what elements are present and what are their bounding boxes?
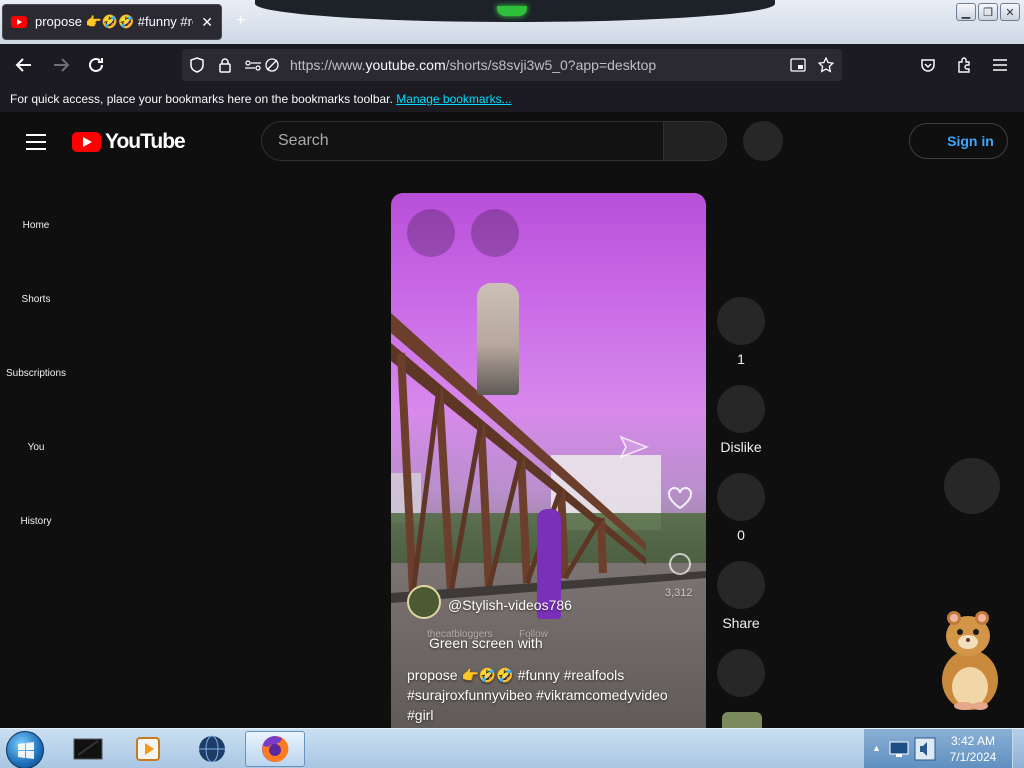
show-desktop-button[interactable] xyxy=(1012,729,1024,768)
youtube-logo[interactable]: YouTube xyxy=(72,130,186,154)
heart-icon xyxy=(668,487,692,510)
app-menu-icon[interactable] xyxy=(987,52,1013,78)
tray-expand-icon[interactable]: ▲ xyxy=(872,743,881,753)
media-player-icon xyxy=(136,737,160,761)
tab-close-icon[interactable]: ✕ xyxy=(201,14,213,31)
picture-in-picture-icon[interactable] xyxy=(788,55,808,75)
more-actions-button[interactable] xyxy=(717,649,765,697)
guide-menu-icon[interactable] xyxy=(26,134,46,150)
search-placeholder: Search xyxy=(278,132,329,149)
sidebar-item-subscriptions[interactable]: Subscriptions xyxy=(0,368,72,379)
volume-icon[interactable] xyxy=(914,737,936,761)
sidebar-item-label: History xyxy=(20,516,52,527)
next-short-button[interactable] xyxy=(944,458,1000,514)
bridge-railing-illustration xyxy=(391,313,706,603)
dislike-label: Dislike xyxy=(720,439,762,455)
taskbar-app-globe[interactable] xyxy=(184,731,240,767)
maximize-button[interactable]: ❐ xyxy=(978,3,998,21)
sign-in-label: Sign in xyxy=(947,133,994,149)
network-monitor-icon[interactable] xyxy=(888,739,910,759)
new-tab-button[interactable]: + xyxy=(236,12,245,30)
tracking-shield-icon[interactable] xyxy=(187,55,207,75)
channel-handle[interactable]: @Stylish-videos786 xyxy=(448,597,572,613)
youtube-wordmark: YouTube xyxy=(105,130,186,153)
reload-icon[interactable] xyxy=(83,52,109,78)
url-bar[interactable]: https://www.youtube.com/shorts/s8svji3w5… xyxy=(182,49,842,81)
clock-date: 7/1/2024 xyxy=(949,750,997,764)
sidebar-item-label: Subscriptions xyxy=(5,368,67,379)
share-button[interactable] xyxy=(717,561,765,609)
manage-bookmarks-link[interactable]: Manage bookmarks... xyxy=(396,92,511,106)
short-title-line: #girl xyxy=(407,707,434,723)
dislike-button[interactable] xyxy=(717,385,765,433)
like-count: 1 xyxy=(737,351,745,367)
browser-tab-strip: propose 👉🤣🤣 #funny #realfoo ✕ + ▁ ❐ ✕ xyxy=(0,0,1024,44)
sidebar-item-label: Home xyxy=(22,220,50,231)
back-icon[interactable] xyxy=(11,52,37,78)
short-title-line: propose 👉🤣🤣 #funny #realfools xyxy=(407,667,625,683)
hamster-desktop-pet xyxy=(942,611,998,710)
window-controls: ▁ ❐ ✕ xyxy=(956,3,1020,21)
send-icon xyxy=(619,435,649,459)
taskbar-app-firefox[interactable] xyxy=(245,731,305,767)
permissions-icon[interactable] xyxy=(243,55,263,75)
short-title-line: #surajroxfunnyvibeo #vikramcomedyvideo xyxy=(407,687,668,703)
url-text[interactable]: https://www.youtube.com/shorts/s8svji3w5… xyxy=(290,57,656,73)
sidebar-item-shorts[interactable]: Shorts xyxy=(0,294,72,305)
extensions-icon[interactable] xyxy=(951,52,977,78)
sidebar-item-label: You xyxy=(27,442,45,453)
windows-taskbar: ▲ 3:42 AM 7/1/2024 xyxy=(0,728,1024,768)
pocket-icon[interactable] xyxy=(915,52,941,78)
comments-button[interactable] xyxy=(717,473,765,521)
youtube-play-icon xyxy=(72,132,101,152)
sidebar-item-label: Shorts xyxy=(21,294,51,305)
notch-indicator xyxy=(497,6,527,16)
lock-icon[interactable] xyxy=(215,55,235,75)
windows-logo-icon xyxy=(18,742,34,759)
system-tray: ▲ 3:42 AM 7/1/2024 xyxy=(864,729,1024,768)
browser-tab-active[interactable]: propose 👉🤣🤣 #funny #realfoo ✕ xyxy=(2,4,222,40)
bookmarks-hint: For quick access, place your bookmarks h… xyxy=(10,92,393,106)
comment-bubble-icon xyxy=(669,553,691,575)
bookmarks-toolbar: For quick access, place your bookmarks h… xyxy=(0,86,1024,112)
mute-button[interactable] xyxy=(471,209,519,257)
taskbar-app-media-player[interactable] xyxy=(120,731,176,767)
firefox-icon xyxy=(262,735,289,762)
share-label: Share xyxy=(722,615,760,631)
terminal-icon xyxy=(73,738,103,760)
sidebar-item-you[interactable]: You xyxy=(0,442,72,453)
sign-in-button[interactable]: Sign in xyxy=(909,123,1008,159)
short-title-line: Green screen with xyxy=(429,635,543,651)
youtube-favicon-icon xyxy=(11,16,27,28)
navigation-toolbar: https://www.youtube.com/shorts/s8svji3w5… xyxy=(0,44,1024,86)
short-video-player[interactable]: 3,312 thecatbloggers Follow @Stylish-vid… xyxy=(391,193,706,733)
overlay-count: 3,312 xyxy=(665,587,693,599)
minimize-button[interactable]: ▁ xyxy=(956,3,976,21)
comment-count: 0 xyxy=(737,527,745,543)
taskbar-app-terminal[interactable] xyxy=(60,731,116,767)
play-pause-button[interactable] xyxy=(407,209,455,257)
globe-icon xyxy=(199,735,225,763)
like-button[interactable] xyxy=(717,297,765,345)
sidebar-item-home[interactable]: Home xyxy=(0,220,72,231)
search-input[interactable]: Search xyxy=(261,121,663,161)
close-window-button[interactable]: ✕ xyxy=(1000,3,1020,21)
start-button[interactable] xyxy=(6,731,44,768)
youtube-page: YouTube Search Sign in Home Shorts Subsc… xyxy=(0,112,1024,733)
voice-search-button[interactable] xyxy=(743,121,783,161)
autoplay-blocked-icon[interactable] xyxy=(262,55,282,75)
forward-icon[interactable] xyxy=(48,52,74,78)
sidebar-item-history[interactable]: History xyxy=(0,516,72,527)
clock-time: 3:42 AM xyxy=(950,734,996,748)
tab-title: propose 👉🤣🤣 #funny #realfoo xyxy=(35,14,193,29)
video-person-walking xyxy=(477,283,519,395)
bookmark-star-icon[interactable] xyxy=(816,55,836,75)
search-button[interactable] xyxy=(663,121,727,161)
channel-avatar[interactable] xyxy=(407,585,441,619)
system-clock[interactable]: 3:42 AM 7/1/2024 xyxy=(940,733,1006,765)
